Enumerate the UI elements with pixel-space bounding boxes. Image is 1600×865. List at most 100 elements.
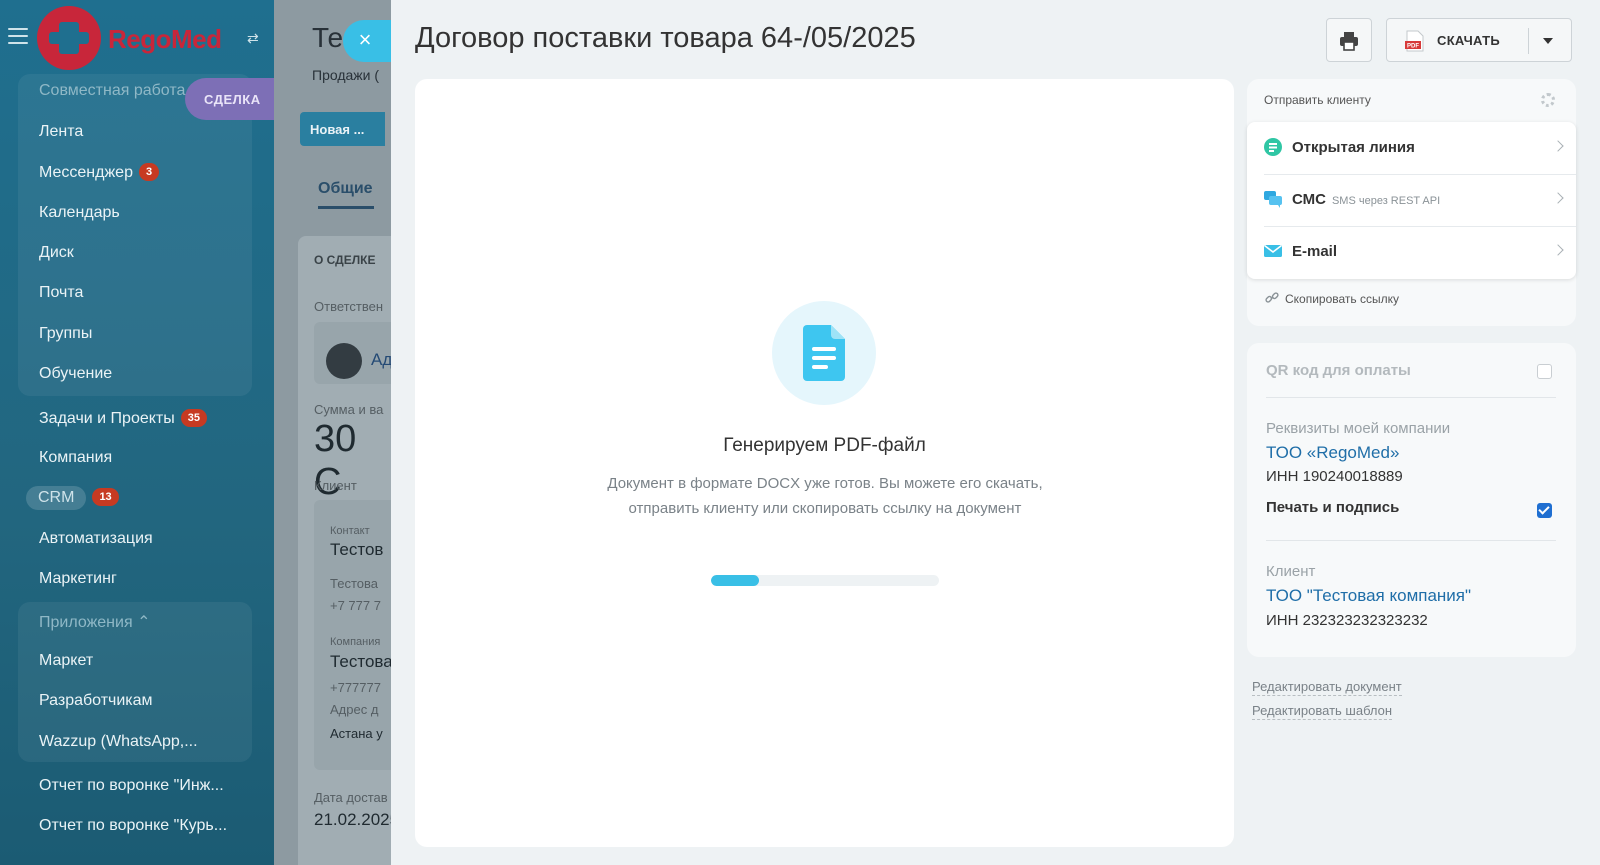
counter-badge: 13 [92,488,119,506]
print-button[interactable] [1326,18,1372,62]
sidebar-item-report-2[interactable]: Отчет по воронке "Курь... [39,817,227,835]
my-company-inn: ИНН 190240018889 [1266,468,1403,485]
qr-checkbox[interactable] [1537,364,1552,379]
qr-label: QR код для оплаты [1266,362,1411,379]
field-label: Сумма и ва [314,402,384,417]
contact-company: Тестова [330,576,378,591]
field-label: Клиент [314,478,357,493]
field-label: Контакт [330,525,370,537]
sidebar-item-report-1[interactable]: Отчет по воронке "Инж... [39,777,224,795]
sidebar-item-company[interactable]: Компания [39,449,112,467]
send-option-title: СМС [1292,191,1326,208]
sidebar-item-feed[interactable]: Лента [39,123,83,141]
left-sidebar: RegoMed ⇄ Совместная работа Лента Мессен… [0,0,275,865]
sidebar-item-label: Задачи и Проекты [39,410,175,427]
close-icon: × [358,27,372,52]
company-name[interactable]: Тестова [330,652,393,672]
sidebar-item-developers[interactable]: Разработчикам [39,692,153,710]
deal-page-underlay: Те Продажи ( Новая ... Общие О СДЕЛКЕ От… [274,0,394,865]
open-line-icon [1264,138,1282,156]
sidebar-item-learning[interactable]: Обучение [39,365,112,383]
deal-pipeline: Продажи ( [312,67,380,83]
chat-icon [1264,191,1282,208]
sign-checkbox[interactable] [1537,503,1552,518]
generating-description: Документ в формате DOCX уже готов. Вы мо… [607,475,1043,517]
sidebar-item-label: Приложения [39,614,133,631]
deal-label: СДЕЛКА [185,78,275,120]
tab-general[interactable]: Общие [318,180,373,198]
sidebar-item-apps[interactable]: Приложения ⌃ [39,612,150,632]
send-options-list: Открытая линия СМС SMS через REST API E-… [1247,122,1576,279]
send-option-label: Открытая линия [1292,139,1415,156]
logo-icon[interactable] [37,6,101,70]
field-label: Компания [330,636,381,648]
send-option-label: E-mail [1292,243,1338,260]
sidebar-toggle-icon[interactable]: ⇄ [247,30,259,47]
document-preview: Генерируем PDF-файл Документ в формате D… [415,79,1234,847]
progress-bar-fill [711,575,759,586]
sidebar-item-messenger[interactable]: Мессенджер 3 [39,163,160,182]
svg-text:PDF: PDF [1407,44,1419,50]
chevron-right-icon [1552,192,1564,204]
generating-heading: Генерируем PDF-файл [723,435,926,456]
field-label: Дата достав [314,790,388,805]
divider [1266,540,1556,541]
my-company-link[interactable]: ТОО «RegoMed» [1266,443,1399,463]
divider [1266,397,1556,398]
menu-icon[interactable] [8,28,28,44]
send-option-email[interactable]: E-mail [1247,226,1576,278]
page-title: Договор поставки товара 64-/05/2025 [415,22,916,54]
avatar [326,343,362,379]
sidebar-item-market[interactable]: Маркет [39,652,93,670]
document-icon [803,325,845,381]
delivery-date: 21.02.2025 [314,810,394,829]
sidebar-item-mail[interactable]: Почта [39,284,83,302]
send-to-client-card: Отправить клиенту Открытая линия СМС SMS … [1247,79,1576,326]
download-button[interactable]: PDF СКАЧАТЬ [1386,18,1572,62]
logo-text[interactable]: RegoMed [108,24,222,55]
sidebar-item-wazzup[interactable]: Wazzup (WhatsApp,... [39,733,198,751]
chevron-up-icon: ⌃ [137,614,151,631]
close-button[interactable]: × [343,20,391,62]
requisites-card: QR код для оплаты Реквизиты моей компани… [1247,343,1576,657]
deal-title: Те [312,22,344,53]
client-label: Клиент [1266,563,1316,580]
edit-template-link[interactable]: Редактировать шаблон [1252,703,1393,720]
sidebar-item-calendar[interactable]: Календарь [39,204,120,222]
document-panel: Договор поставки товара 64-/05/2025 PDF … [391,0,1600,865]
sign-label: Печать и подпись [1266,499,1400,516]
client-company-link[interactable]: ТОО "Тестовая компания" [1266,586,1471,606]
sidebar-item-marketing[interactable]: Маркетинг [39,570,117,588]
address-value: Астана у [330,726,383,741]
sidebar-item-collab[interactable]: Совместная работа [39,82,185,100]
send-option-open-line[interactable]: Открытая линия [1247,122,1576,174]
printer-icon [1340,32,1358,51]
pdf-file-icon: PDF [1405,30,1424,52]
sidebar-item-groups[interactable]: Группы [39,325,92,343]
chevron-right-icon [1552,140,1564,152]
stage-button[interactable]: Новая ... [300,112,385,146]
edit-document-link[interactable]: Редактировать документ [1252,679,1402,696]
gear-icon[interactable] [1541,93,1555,107]
sidebar-item-tasks[interactable]: Задачи и Проекты 35 [39,409,207,428]
field-label: Адрес д [330,702,379,717]
send-option-label: СМС SMS через REST API [1292,191,1440,208]
sidebar-item-label: Мессенджер [39,164,133,181]
chevron-down-icon[interactable] [1543,38,1553,44]
copy-link-button[interactable]: Скопировать ссылку [1265,291,1399,306]
button-divider [1528,28,1529,54]
progress-bar [711,575,939,586]
send-option-sms[interactable]: СМС SMS через REST API [1247,174,1576,226]
sidebar-item-disk[interactable]: Диск [39,244,74,262]
company-phone: +777777 [330,680,381,695]
document-icon-circle [772,301,876,405]
responsible-name[interactable]: Ад [371,350,392,370]
contact-name[interactable]: Тестов [330,540,383,560]
field-label: Ответствен [314,299,384,314]
chevron-right-icon [1552,244,1564,256]
mail-icon [1264,244,1282,257]
client-inn: ИНН 232323232323232 [1266,612,1428,629]
sidebar-item-automation[interactable]: Автоматизация [39,530,153,548]
sidebar-item-crm[interactable]: CRM 13 [26,486,119,510]
download-label: СКАЧАТЬ [1437,33,1500,48]
